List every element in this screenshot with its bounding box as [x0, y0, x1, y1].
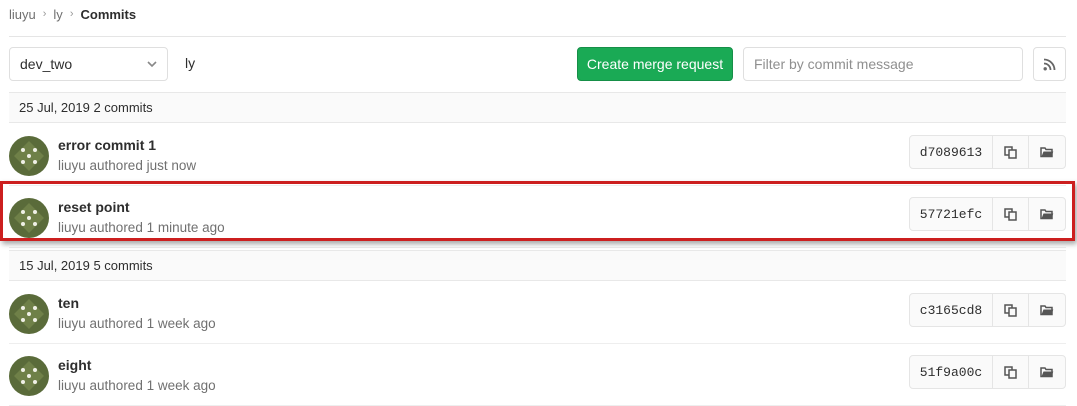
- commit-sha-group: 57721efc: [909, 197, 1066, 231]
- folder-open-icon: [1040, 305, 1054, 316]
- commit-title[interactable]: reset point: [58, 199, 130, 215]
- avatar: [9, 294, 49, 334]
- browse-files-button[interactable]: [1029, 136, 1065, 168]
- folder-open-icon: [1040, 209, 1054, 220]
- chevron-down-icon: [147, 61, 157, 68]
- filter-commits-input[interactable]: [743, 47, 1023, 81]
- chevron-right-icon: ›: [42, 8, 47, 20]
- copy-icon: [1004, 303, 1017, 317]
- branch-dropdown[interactable]: dev_two: [9, 47, 168, 81]
- commit-time: authored just now: [89, 158, 197, 173]
- copy-icon: [1004, 365, 1017, 379]
- commit-meta: liuyu authored 1 minute ago: [58, 220, 225, 235]
- rss-icon: [1043, 58, 1056, 70]
- avatar: [9, 356, 49, 396]
- rss-button[interactable]: [1033, 47, 1066, 81]
- commit-title[interactable]: error commit 1: [58, 137, 156, 153]
- commit-meta: liuyu authored 1 week ago: [58, 378, 216, 393]
- day-header: 25 Jul, 2019 2 commits: [9, 92, 1066, 123]
- breadcrumb-item-user[interactable]: liuyu: [9, 7, 36, 22]
- avatar: [9, 136, 49, 176]
- folder-open-icon: [1040, 367, 1054, 378]
- commit-row: ten liuyu authored 1 week ago c3165cd8: [9, 282, 1066, 344]
- create-merge-request-button[interactable]: Create merge request: [577, 47, 733, 81]
- commit-time: authored 1 minute ago: [89, 220, 225, 235]
- commit-meta: liuyu authored 1 week ago: [58, 316, 216, 331]
- commit-time: authored 1 week ago: [89, 316, 216, 331]
- breadcrumb: liuyu › ly › Commits: [9, 5, 136, 23]
- commit-author[interactable]: liuyu: [58, 378, 86, 393]
- chevron-right-icon: ›: [69, 8, 74, 20]
- commit-sha-button[interactable]: 51f9a00c: [910, 356, 993, 388]
- commit-time: authored 1 week ago: [89, 378, 216, 393]
- copy-icon: [1004, 207, 1017, 221]
- breadcrumb-current[interactable]: Commits: [80, 7, 136, 22]
- folder-open-icon: [1040, 147, 1054, 158]
- copy-sha-button[interactable]: [993, 294, 1029, 326]
- copy-sha-button[interactable]: [993, 356, 1029, 388]
- commit-row: error commit 1 liuyu authored just now d…: [9, 124, 1066, 186]
- commit-author[interactable]: liuyu: [58, 316, 86, 331]
- path-label: ly: [185, 55, 196, 71]
- commit-sha-button[interactable]: d7089613: [910, 136, 993, 168]
- commit-sha-group: 51f9a00c: [909, 355, 1066, 389]
- commit-author[interactable]: liuyu: [58, 220, 86, 235]
- commit-sha-group: c3165cd8: [909, 293, 1066, 327]
- commit-title[interactable]: eight: [58, 357, 91, 373]
- commit-title[interactable]: ten: [58, 295, 79, 311]
- breadcrumb-item-project[interactable]: ly: [53, 7, 62, 22]
- commit-author[interactable]: liuyu: [58, 158, 86, 173]
- commit-row: eight liuyu authored 1 week ago 51f9a00c: [9, 344, 1066, 406]
- avatar: [9, 198, 49, 238]
- browse-files-button[interactable]: [1029, 356, 1065, 388]
- commit-sha-group: d7089613: [909, 135, 1066, 169]
- commit-sha-button[interactable]: c3165cd8: [910, 294, 993, 326]
- branch-label: dev_two: [20, 56, 73, 72]
- browse-files-button[interactable]: [1029, 294, 1065, 326]
- copy-sha-button[interactable]: [993, 136, 1029, 168]
- commit-meta: liuyu authored just now: [58, 158, 196, 173]
- divider: [9, 36, 1066, 37]
- browse-files-button[interactable]: [1029, 198, 1065, 230]
- commit-row: reset point liuyu authored 1 minute ago …: [9, 186, 1066, 248]
- day-header: 15 Jul, 2019 5 commits: [9, 250, 1066, 281]
- copy-icon: [1004, 145, 1017, 159]
- copy-sha-button[interactable]: [993, 198, 1029, 230]
- commit-sha-button[interactable]: 57721efc: [910, 198, 993, 230]
